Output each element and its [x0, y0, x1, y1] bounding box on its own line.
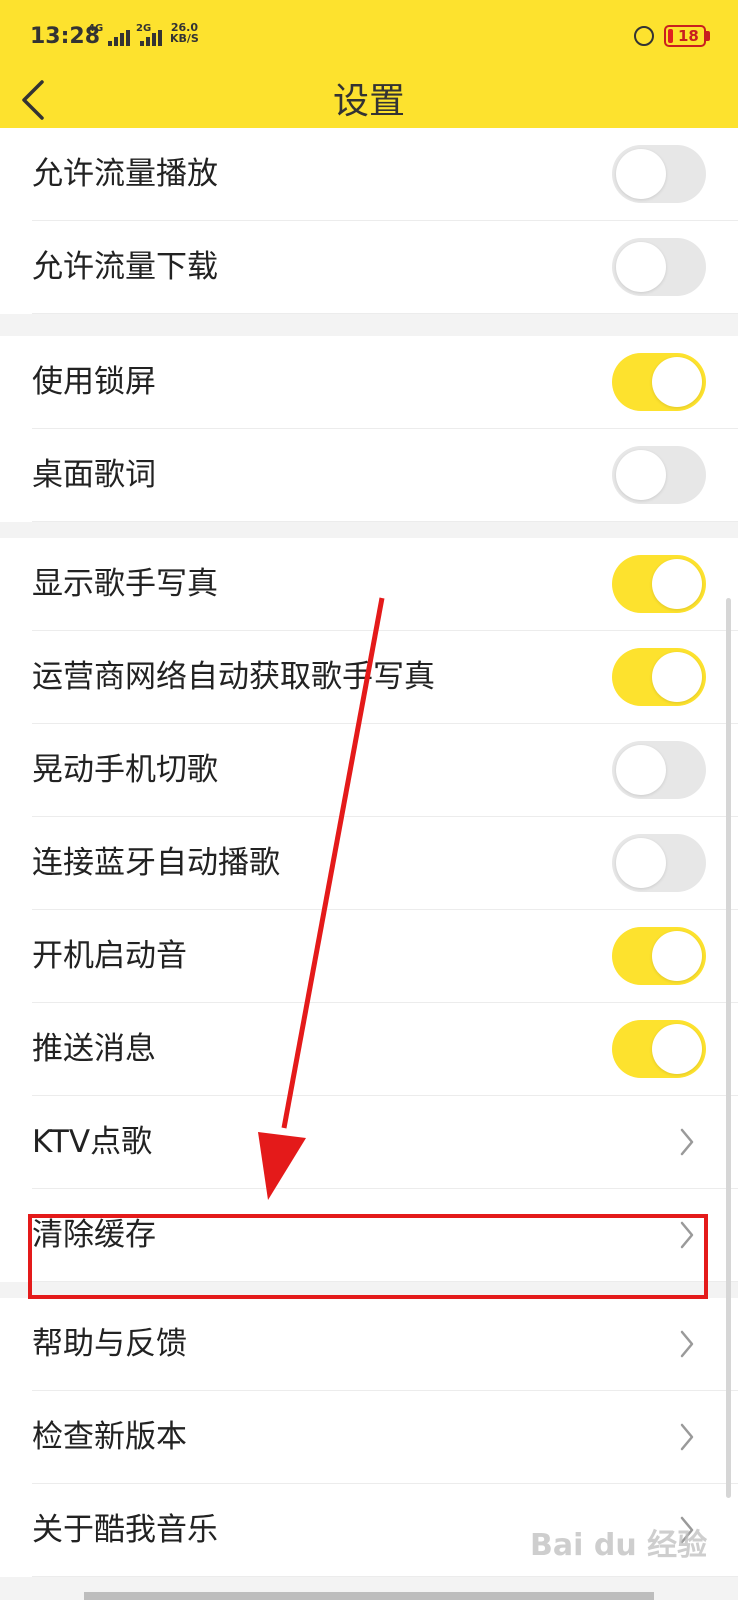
watermark-logo: Bai du 经验	[530, 1528, 708, 1563]
bottom-edge	[84, 1592, 654, 1600]
scrollbar[interactable]	[726, 598, 731, 1498]
annotation-arrow	[258, 597, 385, 1200]
